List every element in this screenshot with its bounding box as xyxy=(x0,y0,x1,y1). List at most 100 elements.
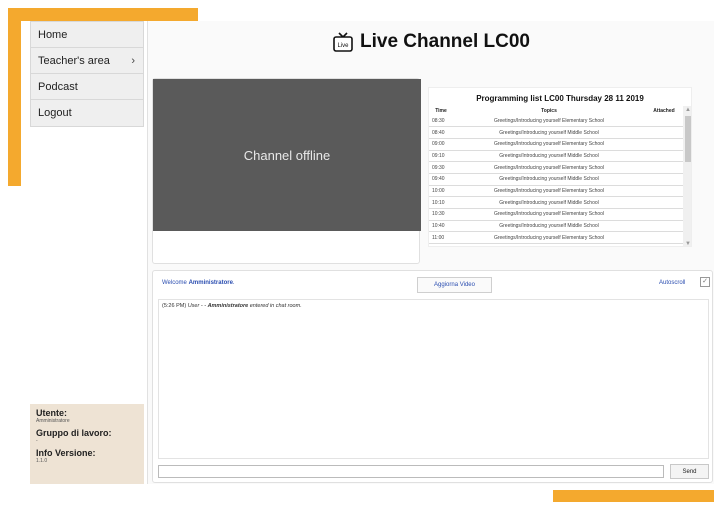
sidebar-item-label: Home xyxy=(38,28,68,41)
row-topic: Greetings/Introducing yourself Elementar… xyxy=(453,161,645,174)
user-value: Amministratore xyxy=(36,418,70,424)
column-header-topics: Topics xyxy=(541,107,557,114)
user-info-panel: Utente: Amministratore Gruppo di lavoro:… xyxy=(30,404,144,484)
video-screen: Channel offline xyxy=(153,79,421,231)
row-time: 08:30 xyxy=(429,115,453,128)
row-topic: Greetings/Introducing yourself Middle Sc… xyxy=(453,150,645,163)
chevron-right-icon: › xyxy=(131,54,135,67)
table-row: 09:40 Greetings/Introducing yourself Midd… xyxy=(429,173,683,186)
message-sender: User xyxy=(187,303,200,309)
chat-input[interactable] xyxy=(158,465,664,478)
row-topic: Greetings/Introducing yourself Elementar… xyxy=(453,208,645,221)
row-topic: Greetings/Introducing yourself Middle Sc… xyxy=(453,220,645,233)
autoscroll-label: Autoscroll xyxy=(659,280,686,286)
table-row: 08:30 Greetings/Introducing yourself Elem… xyxy=(429,115,683,128)
video-player[interactable]: Channel offline xyxy=(152,78,421,264)
row-attached xyxy=(645,138,683,151)
sidebar-item-podcast[interactable]: Podcast xyxy=(31,74,143,100)
row-attached xyxy=(645,208,683,221)
scroll-up-arrow-icon[interactable]: ▲ xyxy=(683,106,691,114)
row-time: 08:40 xyxy=(429,126,453,139)
accent-bar-top xyxy=(8,8,198,21)
row-topic: Greetings/Introducing yourself Elementar… xyxy=(453,185,645,198)
chat-messages-area[interactable]: (5:26 PM) User - - Amministratore entere… xyxy=(158,299,709,459)
message-time: (5:26 PM) xyxy=(162,303,187,309)
accent-bar-bottom xyxy=(553,490,714,502)
row-attached xyxy=(645,115,683,128)
column-header-attached: Attached xyxy=(653,107,675,114)
row-attached xyxy=(645,150,683,163)
row-attached xyxy=(645,173,683,186)
row-time: 11:00 xyxy=(429,231,453,245)
sidebar-item-logout[interactable]: Logout xyxy=(31,100,143,126)
table-row: 08:40 Greetings/Introducing yourself Midd… xyxy=(429,126,683,139)
row-topic: Greetings/Introducing yourself Elementar… xyxy=(453,138,645,151)
row-time: 09:10 xyxy=(429,150,453,163)
programming-rows: 08:30 Greetings/Introducing yourself Elem… xyxy=(429,115,683,245)
sidebar-item-label: Logout xyxy=(38,107,72,119)
row-time: 09:40 xyxy=(429,173,453,186)
refresh-video-button[interactable]: Aggiorna Video xyxy=(417,277,492,293)
version-value: 1.1.0 xyxy=(36,458,48,464)
sidebar-item-label: Teacher's area xyxy=(38,54,110,67)
row-attached xyxy=(645,161,683,174)
welcome-suffix: . xyxy=(232,280,235,286)
row-topic: Greetings/Introducing yourself Elementar… xyxy=(453,115,645,128)
tv-icon-label: Live xyxy=(337,43,349,49)
scroll-down-arrow-icon[interactable]: ▼ xyxy=(683,240,691,246)
scrollbar-thumb[interactable] xyxy=(685,116,691,162)
row-topic: Greetings/Introducing yourself Middle Sc… xyxy=(453,126,645,139)
row-topic: Greetings/Introducing yourself Middle Sc… xyxy=(453,196,645,209)
row-topic: Greetings/Introducing yourself Middle Sc… xyxy=(453,173,645,186)
message-separator: - - xyxy=(199,303,208,309)
version-label: Info Versione: xyxy=(36,448,96,458)
send-button[interactable]: Send xyxy=(670,464,709,479)
row-time: 10:40 xyxy=(429,220,453,233)
tv-icon: Live xyxy=(333,32,353,52)
row-attached xyxy=(645,231,683,245)
row-attached xyxy=(645,220,683,233)
row-time: 10:30 xyxy=(429,208,453,221)
programming-scrollbar[interactable]: ▲ ▼ xyxy=(683,106,691,246)
page-title: Live Channel LC00 xyxy=(360,31,530,52)
sidebar-item-label: Podcast xyxy=(38,80,78,93)
table-row: 10:00 Greetings/Introducing yourself Elem… xyxy=(429,185,683,198)
message-actor: Amministratore xyxy=(207,303,249,309)
row-time: 10:00 xyxy=(429,185,453,198)
chat-toolbar: Welcome Amministratore. Aggiorna Video A… xyxy=(153,271,712,297)
programming-list: Programming list LC00 Thursday 28 11 201… xyxy=(428,87,692,247)
chat-message: (5:26 PM) User - - Amministratore entere… xyxy=(162,303,705,309)
table-header-row: Time Topics Attached xyxy=(429,106,683,115)
group-value: - xyxy=(36,438,38,444)
main-panel: Live Live Channel LC00 Channel offline P… xyxy=(147,21,714,484)
welcome-prefix: Welcome xyxy=(162,280,187,286)
row-time: 09:30 xyxy=(429,161,453,174)
programming-title: Programming list LC00 Thursday 28 11 201… xyxy=(476,94,644,103)
chat-panel: Welcome Amministratore. Aggiorna Video A… xyxy=(152,270,713,483)
sidebar-menu: Home Teacher's area › Podcast Logout xyxy=(30,21,144,127)
table-row: 11:00 Greetings/Introducing yourself Elem… xyxy=(429,231,683,245)
user-label: Utente: xyxy=(36,408,67,418)
autoscroll-checkbox[interactable]: ✓ xyxy=(700,277,710,287)
sidebar-item-home[interactable]: Home xyxy=(31,22,143,48)
row-attached xyxy=(645,185,683,198)
programming-table: Time Topics Attached 08:30 Greetings/Intr… xyxy=(429,106,683,245)
row-topic: Greetings/Introducing yourself Elementar… xyxy=(453,231,645,245)
table-row: 09:00 Greetings/Introducing yourself Elem… xyxy=(429,138,683,151)
row-time: 10:10 xyxy=(429,196,453,209)
column-header-time: Time xyxy=(435,107,447,114)
group-label: Gruppo di lavoro: xyxy=(36,428,112,438)
table-row: 09:30 Greetings/Introducing yourself Elem… xyxy=(429,161,683,174)
sidebar-item-teachers-area[interactable]: Teacher's area › xyxy=(31,48,143,74)
channel-status-text: Channel offline xyxy=(243,147,331,163)
welcome-message: Welcome Amministratore. xyxy=(162,280,235,286)
accent-bar-left xyxy=(8,8,21,186)
row-attached xyxy=(645,196,683,209)
table-row: 09:10 Greetings/Introducing yourself Midd… xyxy=(429,150,683,163)
welcome-user: Amministratore xyxy=(188,280,233,286)
table-row: 10:30 Greetings/Introducing yourself Elem… xyxy=(429,208,683,221)
row-attached xyxy=(645,126,683,139)
row-time: 09:00 xyxy=(429,138,453,151)
table-row: 10:40 Greetings/Introducing yourself Midd… xyxy=(429,220,683,233)
page-header: Live Live Channel LC00 xyxy=(148,31,714,53)
